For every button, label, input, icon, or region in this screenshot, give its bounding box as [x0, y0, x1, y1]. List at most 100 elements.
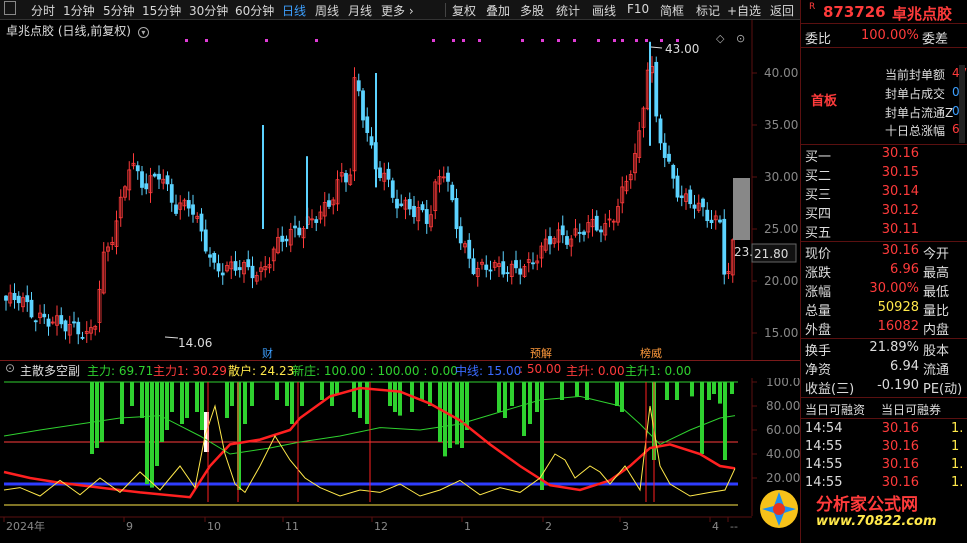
tab-more[interactable]: 更多 ›: [381, 2, 414, 19]
tab-monthly[interactable]: 月线: [348, 2, 372, 19]
indicator-options-icon[interactable]: ⊙: [5, 361, 15, 375]
tab-1min[interactable]: 1分钟: [63, 2, 95, 19]
candle-body: [42, 313, 47, 318]
signal-dot: [452, 39, 455, 42]
tab-5min[interactable]: 5分钟: [103, 2, 135, 19]
signal-dot: [541, 39, 544, 42]
fuquan-button[interactable]: 复权: [452, 2, 476, 19]
candle-body: [29, 299, 34, 318]
indicator-bar: [95, 382, 99, 448]
candle-body: [365, 116, 370, 133]
indicator-value-zhusheng1: 主升1: 0.00: [625, 364, 692, 378]
quote-row-value: 16082: [877, 319, 919, 334]
tab-30min[interactable]: 30分钟: [189, 2, 228, 19]
indicator-bar: [560, 382, 564, 400]
candle-body: [692, 204, 697, 209]
indicator-bar: [285, 382, 289, 406]
quote-row-label: 涨幅: [805, 285, 832, 300]
candle-body: [246, 259, 251, 268]
candle-body: [701, 198, 705, 208]
candle-body: [144, 183, 149, 190]
draw-line-button[interactable]: 画线: [592, 2, 616, 19]
simple-frame-button[interactable]: 简框: [660, 2, 684, 19]
candle-body: [76, 321, 81, 335]
tab-margin-financing[interactable]: 当日可融资: [805, 401, 865, 418]
candlestick-chart[interactable]: ◇ ⊙ 40.00 35.00 30.00 25.00 20.00 15.00 43.00 1…: [0, 20, 800, 360]
candle-body: [458, 226, 463, 244]
candle-body: [344, 173, 348, 183]
indicator-bar: [398, 382, 402, 416]
event-marker[interactable]: 榜威: [640, 346, 662, 360]
tick-time: 14:54: [805, 421, 843, 436]
tab-15min[interactable]: 15分钟: [142, 2, 181, 19]
candle-body: [237, 267, 242, 271]
signal-dot: [621, 39, 624, 42]
candle-body: [488, 269, 493, 272]
event-marker[interactable]: 预解: [530, 346, 552, 360]
date-axis-tick: 4: [712, 520, 719, 533]
stats-button[interactable]: 统计: [556, 2, 580, 19]
indicator-bar: [100, 382, 104, 442]
quote-row-value: 30.16: [881, 243, 919, 258]
candle-body: [46, 318, 51, 327]
candle-body: [212, 253, 217, 263]
candle-body: [378, 167, 382, 179]
candle-body: [16, 295, 21, 304]
indicator-bar: [675, 382, 679, 400]
indicator-bar: [195, 382, 199, 412]
tab-fenshi[interactable]: 分时: [31, 2, 55, 19]
event-marker[interactable]: 财: [262, 346, 273, 360]
multi-stock-button[interactable]: 多股: [520, 2, 544, 19]
tab-daily[interactable]: 日线: [282, 2, 306, 19]
candle-body: [675, 175, 680, 198]
bid-row-label: 买三: [805, 188, 832, 203]
candle-body: [484, 264, 489, 270]
bid-row-value: 30.11: [881, 222, 919, 237]
price-axis-tick: 20.00: [764, 274, 798, 288]
mark-button[interactable]: 标记: [696, 2, 720, 19]
candle-body: [467, 239, 472, 259]
date-axis-tick: 11: [285, 520, 299, 533]
panel-scrollbar[interactable]: [959, 65, 965, 143]
quote-row-value: 30.00%: [869, 281, 919, 296]
candle-body: [80, 336, 85, 339]
tab-margin-short[interactable]: 当日可融券: [881, 401, 941, 418]
candle-body: [25, 295, 30, 303]
date-axis-tick: --: [730, 520, 738, 533]
candle-body: [250, 265, 255, 279]
date-axis-tick: 9: [126, 520, 133, 533]
indicator-bar: [130, 382, 134, 406]
period-toolbar: 分时 1分钟 5分钟 15分钟 30分钟 60分钟 日线 周线 月线 更多 › …: [0, 0, 800, 20]
quote-row-label2: 今开: [923, 247, 950, 262]
indicator-bar: [712, 382, 716, 394]
bid-row-label: 买五: [805, 226, 832, 241]
signal-dot: [205, 39, 208, 42]
overlay-button[interactable]: 叠加: [486, 2, 510, 19]
indicator-bar: [690, 382, 694, 397]
candle-body: [12, 293, 17, 301]
layout-toggle-icon[interactable]: [4, 1, 16, 15]
indicator-chart[interactable]: 100.080.0060.0040.0020.00: [0, 378, 800, 516]
date-axis-tick: 12: [374, 520, 388, 533]
indicator-bar: [160, 382, 164, 442]
f10-button[interactable]: F10: [627, 2, 649, 16]
indicator-bar: [460, 382, 464, 448]
quote-row-label: 现价: [805, 247, 832, 262]
tab-60min[interactable]: 60分钟: [235, 2, 274, 19]
indicator-bar: [510, 382, 514, 406]
settings-circle-icon[interactable]: ⊙: [736, 32, 745, 45]
date-axis-tick: 2024年: [6, 519, 45, 533]
candle-body: [63, 320, 68, 332]
candle-body: [191, 204, 195, 215]
indicator-bar: [540, 382, 544, 490]
tab-weekly[interactable]: 周线: [315, 2, 339, 19]
candle-body: [407, 199, 412, 210]
back-button[interactable]: 返回: [770, 2, 794, 19]
date-axis-tick: 3: [622, 520, 629, 533]
candle-body: [216, 263, 221, 272]
signal-dot: [521, 39, 524, 42]
indicator-bar: [438, 382, 442, 442]
signal-dot: [573, 39, 576, 42]
add-watchlist-button[interactable]: +自选: [727, 2, 761, 19]
seal-row-label: 封单占流通Z: [885, 106, 954, 120]
